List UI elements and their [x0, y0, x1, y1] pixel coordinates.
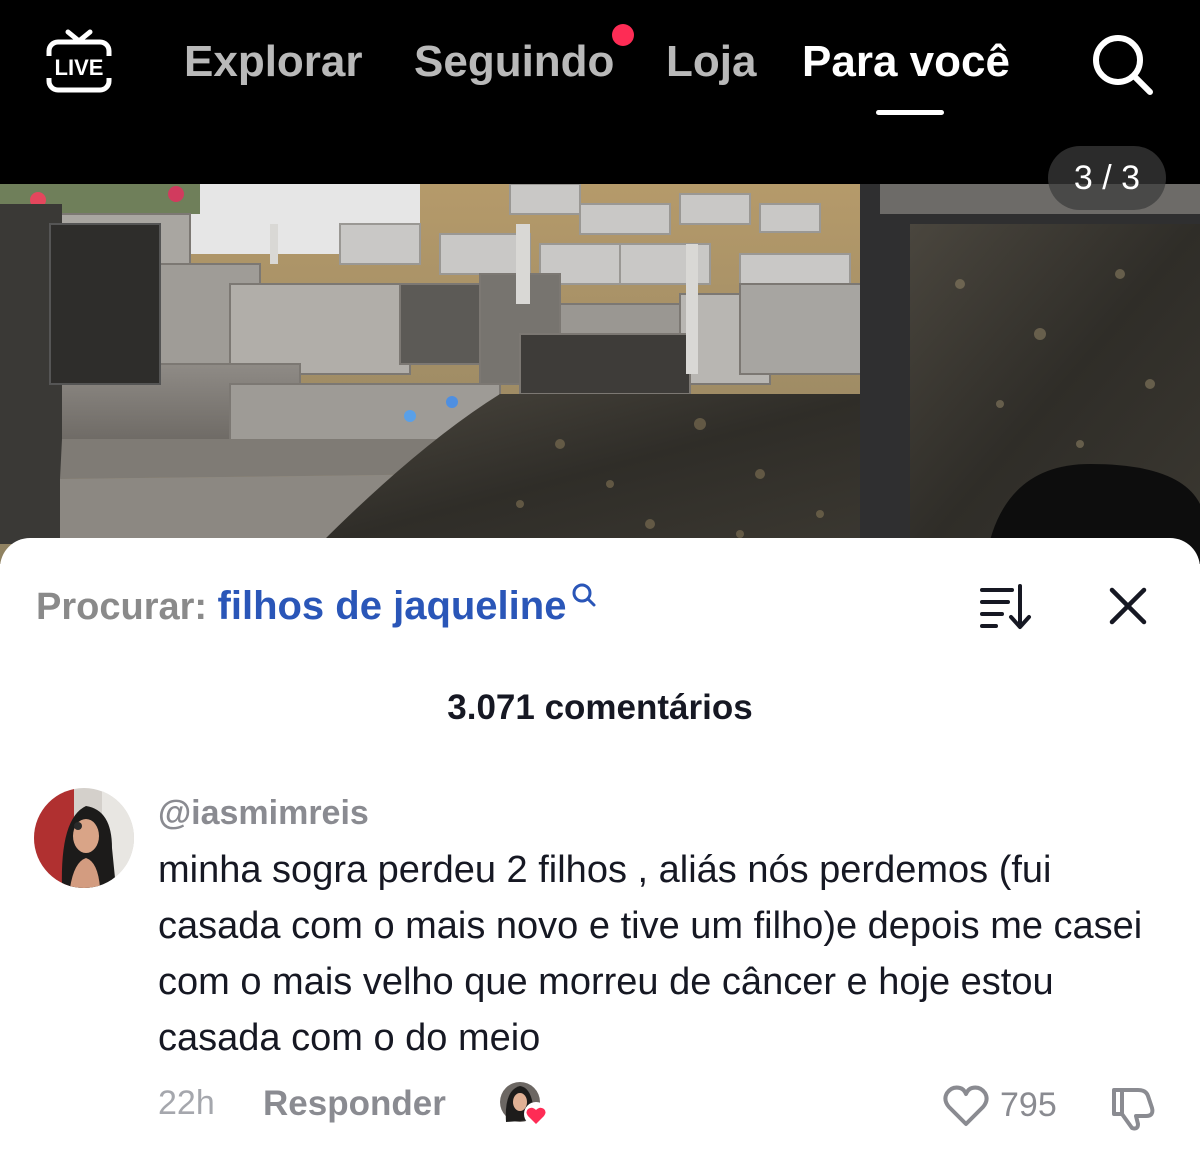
tab-explorar[interactable]: Explorar — [184, 34, 363, 90]
tab-para-voce[interactable]: Para você — [802, 34, 1010, 90]
search-label: Procurar: — [36, 586, 208, 628]
comments-sheet: Procurar: filhos de jaqueline 3.071 come… — [0, 538, 1200, 1153]
live-icon[interactable]: LIVE — [44, 28, 114, 96]
avatar[interactable] — [34, 788, 134, 888]
top-nav-bar: LIVE Explorar Seguindo Loja Para você — [0, 0, 1200, 184]
creator-liked-icon — [500, 1082, 548, 1126]
tab-loja[interactable]: Loja — [666, 34, 756, 90]
tab-seguindo[interactable]: Seguindo — [414, 34, 614, 90]
sort-icon[interactable] — [978, 582, 1034, 632]
search-icon[interactable] — [1088, 30, 1156, 98]
cemetery-photo — [0, 184, 1200, 564]
heart-icon[interactable] — [942, 1084, 990, 1128]
notification-dot — [612, 24, 634, 46]
comment-search-suggestion[interactable]: Procurar: filhos de jaqueline — [36, 583, 597, 629]
dislike-icon[interactable] — [1108, 1082, 1158, 1132]
active-tab-indicator — [876, 110, 944, 115]
search-query-link[interactable]: filhos de jaqueline — [218, 584, 567, 628]
page-counter-badge: 3 / 3 — [1048, 146, 1166, 210]
close-icon[interactable] — [1106, 584, 1150, 628]
like-count: 795 — [1000, 1086, 1057, 1124]
reply-button[interactable]: Responder — [263, 1084, 446, 1124]
comment-text: minha sogra perdeu 2 filhos , aliás nós … — [158, 849, 1143, 1059]
live-label: LIVE — [55, 55, 104, 80]
comment-username[interactable]: @iasmimreis — [158, 794, 369, 833]
app-screen: LIVE Explorar Seguindo Loja Para você 3 … — [0, 0, 1200, 1153]
comment-time: 22h — [158, 1084, 215, 1122]
search-icon — [572, 583, 596, 607]
comments-count: 3.071 comentários — [447, 688, 753, 727]
post-photo[interactable] — [0, 184, 1200, 564]
